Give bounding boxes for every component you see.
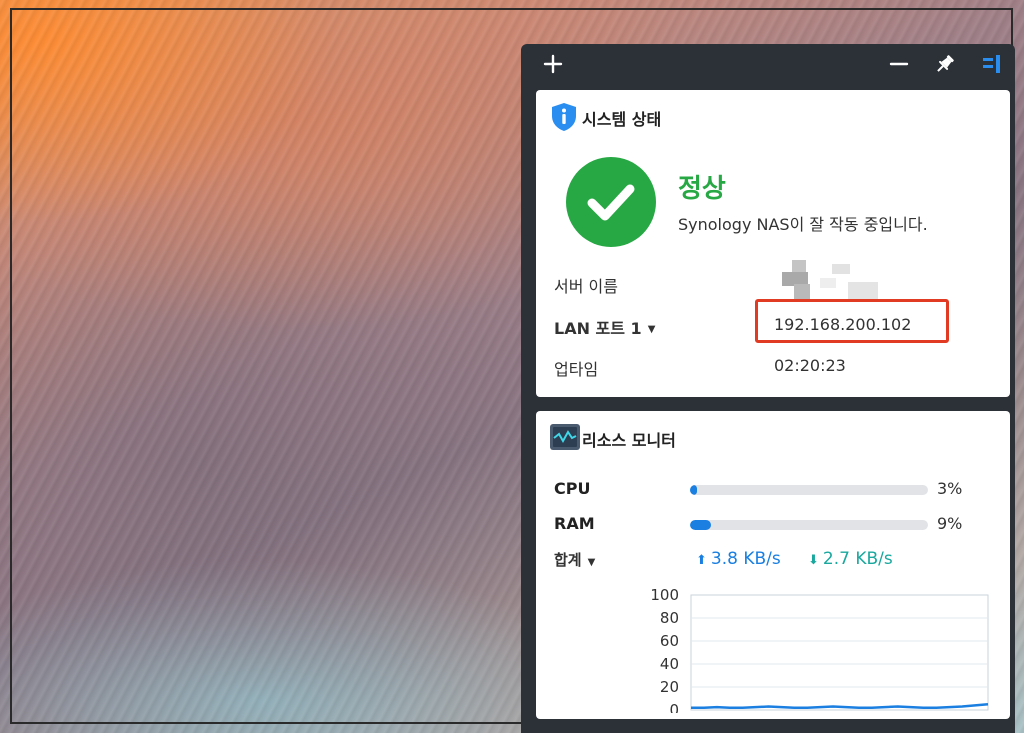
widget-toolbar <box>521 44 1015 84</box>
ram-usage-bar <box>690 520 928 530</box>
caret-down-icon: ▼ <box>587 557 596 568</box>
check-circle-icon <box>566 157 656 247</box>
chart-y-tick-label: 40 <box>660 655 679 673</box>
network-usage-chart: 100 80 60 40 20 0 <box>650 586 989 713</box>
widget-panel: 시스템 상태 정상 Synology NAS이 잘 작동 중입니다. 서버 이름… <box>521 44 1015 733</box>
plus-icon[interactable] <box>541 52 565 76</box>
caret-down-icon: ▼ <box>647 324 656 335</box>
cpu-usage-bar <box>690 485 928 495</box>
chart-y-tick-label: 80 <box>660 609 679 627</box>
uptime-value: 02:20:23 <box>774 356 846 375</box>
network-selector[interactable]: 합계 ▼ <box>554 549 595 570</box>
resource-monitor-title: 리소스 모니터 <box>582 431 676 450</box>
status-description: Synology NAS이 잘 작동 중입니다. <box>678 215 928 234</box>
minus-icon[interactable] <box>887 52 911 76</box>
info-shield-icon <box>550 102 578 132</box>
system-status-widget: 시스템 상태 정상 Synology NAS이 잘 작동 중입니다. 서버 이름… <box>536 90 1010 397</box>
chart-y-tick-label: 100 <box>650 586 679 604</box>
lan-ip-value: 192.168.200.102 <box>774 315 912 334</box>
system-status-title: 시스템 상태 <box>582 110 662 129</box>
monitor-wave-icon <box>550 424 580 454</box>
network-label: 합계 <box>554 551 582 569</box>
chart-y-tick-label: 0 <box>669 701 679 713</box>
ram-usage-fill <box>690 520 712 530</box>
upload-value: 3.8 KB/s <box>710 549 781 569</box>
upload-arrow-icon: ⬆ <box>696 553 707 568</box>
uptime-label: 업타임 <box>554 360 599 379</box>
cpu-usage-fill <box>690 485 698 495</box>
status-headline: 정상 <box>678 174 726 204</box>
download-arrow-icon: ⬇ <box>808 553 819 568</box>
chart-plot-area <box>690 594 989 711</box>
cpu-label: CPU <box>554 479 591 498</box>
chart-y-tick-label: 20 <box>660 678 679 696</box>
pin-icon[interactable] <box>933 52 957 76</box>
download-value: 2.7 KB/s <box>822 549 893 569</box>
chart-y-tick-label: 60 <box>660 632 679 650</box>
server-name-value-blurred <box>772 260 882 302</box>
lan-port-selector[interactable]: LAN 포트 1 ▼ <box>554 315 655 339</box>
resource-monitor-widget: 리소스 모니터 CPU 3% RAM 9% 합계 ▼ ⬆ 3.8 KB/s ⬇ 2.7… <box>536 411 1010 719</box>
server-name-label: 서버 이름 <box>554 277 618 296</box>
upload-rate: ⬆ 3.8 KB/s <box>696 549 781 569</box>
lan-port-label: LAN 포트 1 <box>554 319 642 338</box>
cpu-percent: 3% <box>937 479 963 498</box>
ram-label: RAM <box>554 514 595 533</box>
sidebar-toggle-icon[interactable] <box>980 52 1004 76</box>
download-rate: ⬇ 2.7 KB/s <box>808 549 893 569</box>
ram-percent: 9% <box>937 514 963 533</box>
